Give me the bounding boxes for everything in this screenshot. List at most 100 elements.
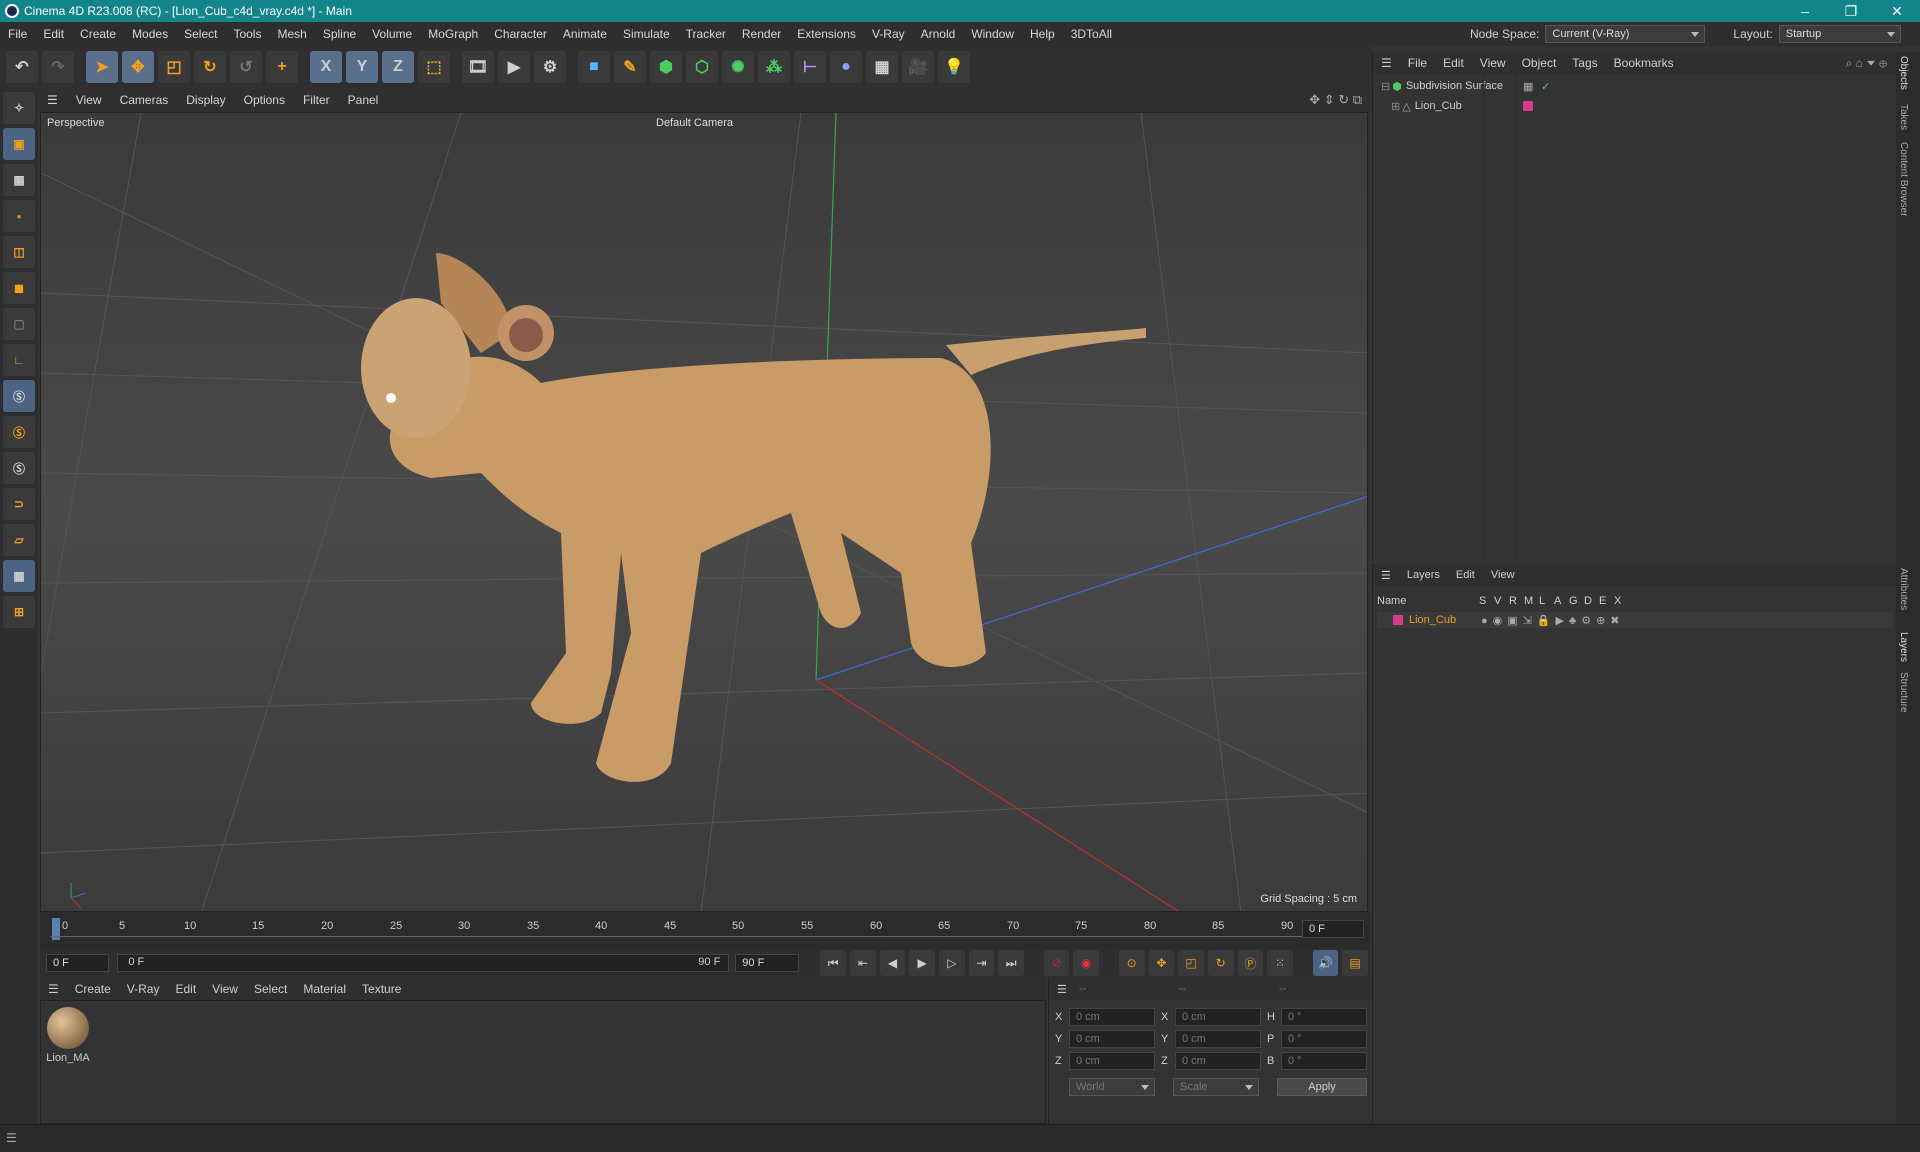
- solo-hierarchy-icon[interactable]: Ⓢ: [3, 452, 35, 484]
- hamburger-icon[interactable]: ☰: [1049, 983, 1075, 996]
- layout-dropdown[interactable]: Startup: [1778, 25, 1901, 43]
- layers-menu-view[interactable]: View: [1483, 569, 1523, 581]
- side-tab-content-browser[interactable]: Content Browser: [1898, 142, 1909, 216]
- extrude-icon[interactable]: ⬡: [686, 51, 718, 83]
- layer-color-swatch[interactable]: [1523, 101, 1533, 111]
- camera-icon[interactable]: 🎥: [902, 51, 934, 83]
- menu-simulate[interactable]: Simulate: [615, 22, 678, 46]
- coordinate-system-icon[interactable]: ⬚: [418, 51, 450, 83]
- x-axis-lock-button[interactable]: X: [310, 51, 342, 83]
- material-menu-vray[interactable]: V-Ray: [119, 982, 168, 996]
- key-scale-icon[interactable]: ◰: [1178, 950, 1204, 976]
- side-tab-structure[interactable]: Structure: [1898, 672, 1909, 713]
- tree-item-subdivision-surface[interactable]: ⊟ ⬢ Subdivision Surface ▦ ✓: [1381, 78, 1661, 94]
- side-tab-takes[interactable]: Takes: [1898, 104, 1909, 130]
- rotate-tool-icon[interactable]: ↻: [194, 51, 226, 83]
- key-param-icon[interactable]: Ⓟ: [1237, 950, 1264, 976]
- tree-expand-icon[interactable]: ⊟: [1381, 80, 1390, 93]
- viewport-menu-cameras[interactable]: Cameras: [111, 93, 178, 107]
- light-icon[interactable]: 💡: [938, 51, 970, 83]
- layer-name[interactable]: Lion_Cub: [1409, 614, 1456, 626]
- timeline-window-icon[interactable]: ▤: [1342, 950, 1368, 976]
- recent-tool-icon[interactable]: ↺: [230, 51, 262, 83]
- key-move-icon[interactable]: ✥: [1148, 950, 1175, 976]
- uv-mode-icon[interactable]: ▢: [3, 308, 35, 340]
- rotation-h-field[interactable]: 0 °: [1281, 1008, 1367, 1026]
- field-icon[interactable]: ●: [830, 51, 862, 83]
- solo-selection-icon[interactable]: Ⓢ: [3, 416, 35, 448]
- menu-mesh[interactable]: Mesh: [269, 22, 314, 46]
- redo-icon[interactable]: ↷: [42, 51, 74, 83]
- cube-icon[interactable]: ■: [578, 51, 610, 83]
- material-menu-edit[interactable]: Edit: [167, 982, 204, 996]
- position-y-field[interactable]: 0 cm: [1069, 1030, 1155, 1048]
- node-space-dropdown[interactable]: Current (V-Ray): [1545, 25, 1706, 43]
- viewport-nav-icons[interactable]: ✥ ⇕ ↻ ⧉: [1309, 92, 1362, 108]
- layers-menu-layers[interactable]: Layers: [1399, 569, 1448, 581]
- material-menu-create[interactable]: Create: [67, 982, 119, 996]
- menu-create[interactable]: Create: [72, 22, 124, 46]
- sound-icon[interactable]: 🔊: [1312, 950, 1339, 976]
- material-menu-view[interactable]: View: [204, 982, 246, 996]
- edge-mode-icon[interactable]: ◫: [3, 236, 35, 268]
- close-button[interactable]: ✕: [1874, 0, 1920, 22]
- solo-icon[interactable]: Ⓢ: [3, 380, 35, 412]
- layer-col-s[interactable]: S: [1479, 595, 1486, 607]
- layer-col-x[interactable]: X: [1614, 595, 1621, 607]
- render-region-icon[interactable]: 🎞: [462, 51, 494, 83]
- start-frame-field[interactable]: 0 F: [46, 954, 110, 972]
- tree-expand-icon[interactable]: ⊞: [1391, 100, 1400, 113]
- hamburger-icon[interactable]: ☰: [1373, 569, 1399, 582]
- menu-extensions[interactable]: Extensions: [789, 22, 864, 46]
- key-select-icon[interactable]: ⊙: [1118, 950, 1145, 976]
- tree-item-lion-cub[interactable]: ⊞ △ Lion_Cub: [1391, 98, 1661, 114]
- menu-tracker[interactable]: Tracker: [678, 22, 734, 46]
- key-rotate-icon[interactable]: ↻: [1207, 950, 1234, 976]
- key-pla-icon[interactable]: ⁙: [1267, 950, 1293, 976]
- perspective-viewport[interactable]: Perspective Default Camera Grid Spacing …: [40, 112, 1368, 912]
- layers-menu-edit[interactable]: Edit: [1448, 569, 1483, 581]
- floor-icon[interactable]: ▦: [866, 51, 898, 83]
- material-menu-texture[interactable]: Texture: [354, 982, 409, 996]
- layer-col-r[interactable]: R: [1509, 595, 1517, 607]
- render-settings-icon[interactable]: ⚙: [534, 51, 566, 83]
- apply-button[interactable]: Apply: [1277, 1078, 1367, 1096]
- rotation-b-field[interactable]: 0 °: [1281, 1052, 1367, 1070]
- point-mode-icon[interactable]: ⬝: [3, 200, 35, 232]
- next-frame-icon[interactable]: ▷: [939, 950, 965, 976]
- workplane-icon[interactable]: ▱: [3, 524, 35, 556]
- viewport-camera-label[interactable]: Default Camera: [656, 117, 733, 129]
- select-tool-icon[interactable]: ➤: [86, 51, 118, 83]
- layer-toggle-icons[interactable]: ●◉▣⇲🔒▶♣⚙⊕✖: [1481, 614, 1625, 627]
- y-axis-lock-button[interactable]: Y: [346, 51, 378, 83]
- end-frame-field[interactable]: 90 F: [735, 954, 799, 972]
- viewport-menu-options[interactable]: Options: [235, 93, 294, 107]
- side-tab-objects[interactable]: Objects: [1898, 56, 1909, 90]
- goto-start-icon[interactable]: ⏮: [820, 950, 847, 976]
- object-menu-view[interactable]: View: [1472, 56, 1514, 70]
- play-icon[interactable]: ▶: [909, 950, 935, 976]
- menu-tools[interactable]: Tools: [225, 22, 269, 46]
- layer-color-swatch[interactable]: [1393, 615, 1403, 625]
- array-icon[interactable]: ⁂: [758, 51, 790, 83]
- goto-end-icon[interactable]: ⏭: [998, 950, 1024, 976]
- record-disabled-icon[interactable]: ⊘: [1043, 950, 1070, 976]
- visibility-toggle-icon[interactable]: ▦: [1523, 80, 1533, 93]
- object-menu-file[interactable]: File: [1400, 56, 1435, 70]
- menu-animate[interactable]: Animate: [555, 22, 615, 46]
- layer-col-g[interactable]: G: [1569, 595, 1578, 607]
- polygon-mode-icon[interactable]: ◼: [3, 272, 35, 304]
- hamburger-icon[interactable]: ☰: [40, 982, 67, 996]
- locked-workplane-icon[interactable]: ⊞: [3, 596, 35, 628]
- menu-render[interactable]: Render: [734, 22, 789, 46]
- object-manager-tools-icons[interactable]: ⌕ ⌂ ⏷ ⊕: [1846, 56, 1887, 71]
- material-menu-material[interactable]: Material: [295, 982, 354, 996]
- menu-vray[interactable]: V-Ray: [864, 22, 913, 46]
- texture-mode-icon[interactable]: ▩: [3, 164, 35, 196]
- undo-icon[interactable]: ↶: [6, 51, 38, 83]
- material-menu-select[interactable]: Select: [246, 982, 295, 996]
- viewport-menu-filter[interactable]: Filter: [294, 93, 339, 107]
- hamburger-icon[interactable]: ☰: [1373, 56, 1400, 70]
- menu-select[interactable]: Select: [176, 22, 225, 46]
- menu-file[interactable]: File: [0, 22, 35, 46]
